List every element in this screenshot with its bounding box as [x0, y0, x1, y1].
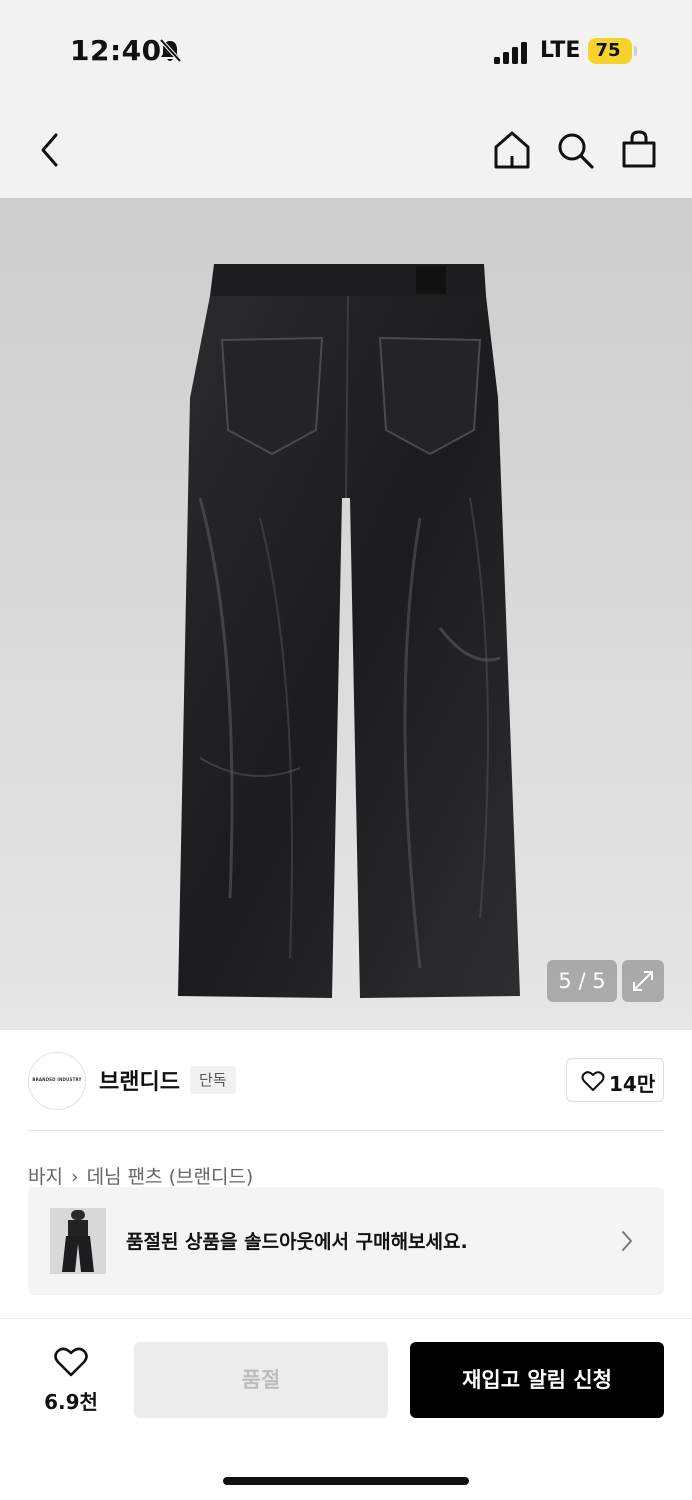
home-icon[interactable] — [493, 130, 531, 170]
search-icon[interactable] — [557, 132, 595, 170]
restock-alert-button[interactable]: 재입고 알림 신청 — [410, 1342, 664, 1418]
breadcrumb-subcategory[interactable]: 데님 팬츠 (브랜디드) — [87, 1166, 254, 1188]
battery-tip — [634, 46, 637, 56]
chevron-right-icon: › — [70, 1166, 79, 1188]
breadcrumb-category[interactable]: 바지 — [28, 1166, 63, 1188]
heart-icon — [581, 1071, 605, 1091]
banner-thumbnail — [50, 1208, 106, 1274]
brand-logo[interactable]: BRANDED INDUSTRY — [28, 1052, 86, 1110]
product-image[interactable] — [0, 198, 692, 1030]
status-bar: 12:40 LTE 75 — [0, 0, 692, 100]
heart-icon — [54, 1347, 88, 1377]
expand-icon — [633, 971, 653, 991]
shopping-bag-icon[interactable] — [621, 129, 657, 169]
network-label: LTE — [540, 38, 581, 63]
image-pager: 5 / 5 — [547, 960, 617, 1002]
signal-icon — [494, 42, 527, 64]
divider — [28, 1130, 664, 1131]
brand-name[interactable]: 브랜디드 — [99, 1064, 180, 1096]
soldout-banner[interactable]: 품절된 상품을 솔드아웃에서 구매해보세요. — [28, 1187, 664, 1295]
jeans-image — [178, 264, 520, 998]
bell-slash-icon — [159, 38, 182, 63]
soldout-button: 품절 — [134, 1342, 388, 1418]
home-indicator — [223, 1477, 469, 1485]
expand-button[interactable] — [622, 960, 664, 1002]
wishlist-button[interactable]: 6.9천 — [40, 1346, 102, 1414]
banner-text: 품절된 상품을 솔드아웃에서 구매해보세요. — [126, 1231, 468, 1253]
chevron-right-icon — [622, 1231, 632, 1251]
back-icon[interactable] — [38, 132, 62, 168]
top-nav — [0, 100, 692, 198]
breadcrumb: 바지 › 데님 팬츠 (브랜디드) — [28, 1162, 253, 1189]
brand-logo-text: BRANDED INDUSTRY — [32, 1077, 82, 1082]
bottom-bar-divider — [0, 1318, 692, 1319]
wishlist-count: 6.9천 — [44, 1390, 98, 1414]
brand-like-button[interactable]: 14만 — [566, 1058, 664, 1102]
brand-like-count: 14만 — [609, 1072, 656, 1096]
exclusive-badge: 단독 — [190, 1066, 236, 1094]
battery-level: 75 — [595, 40, 621, 61]
status-time: 12:40 — [70, 34, 162, 67]
